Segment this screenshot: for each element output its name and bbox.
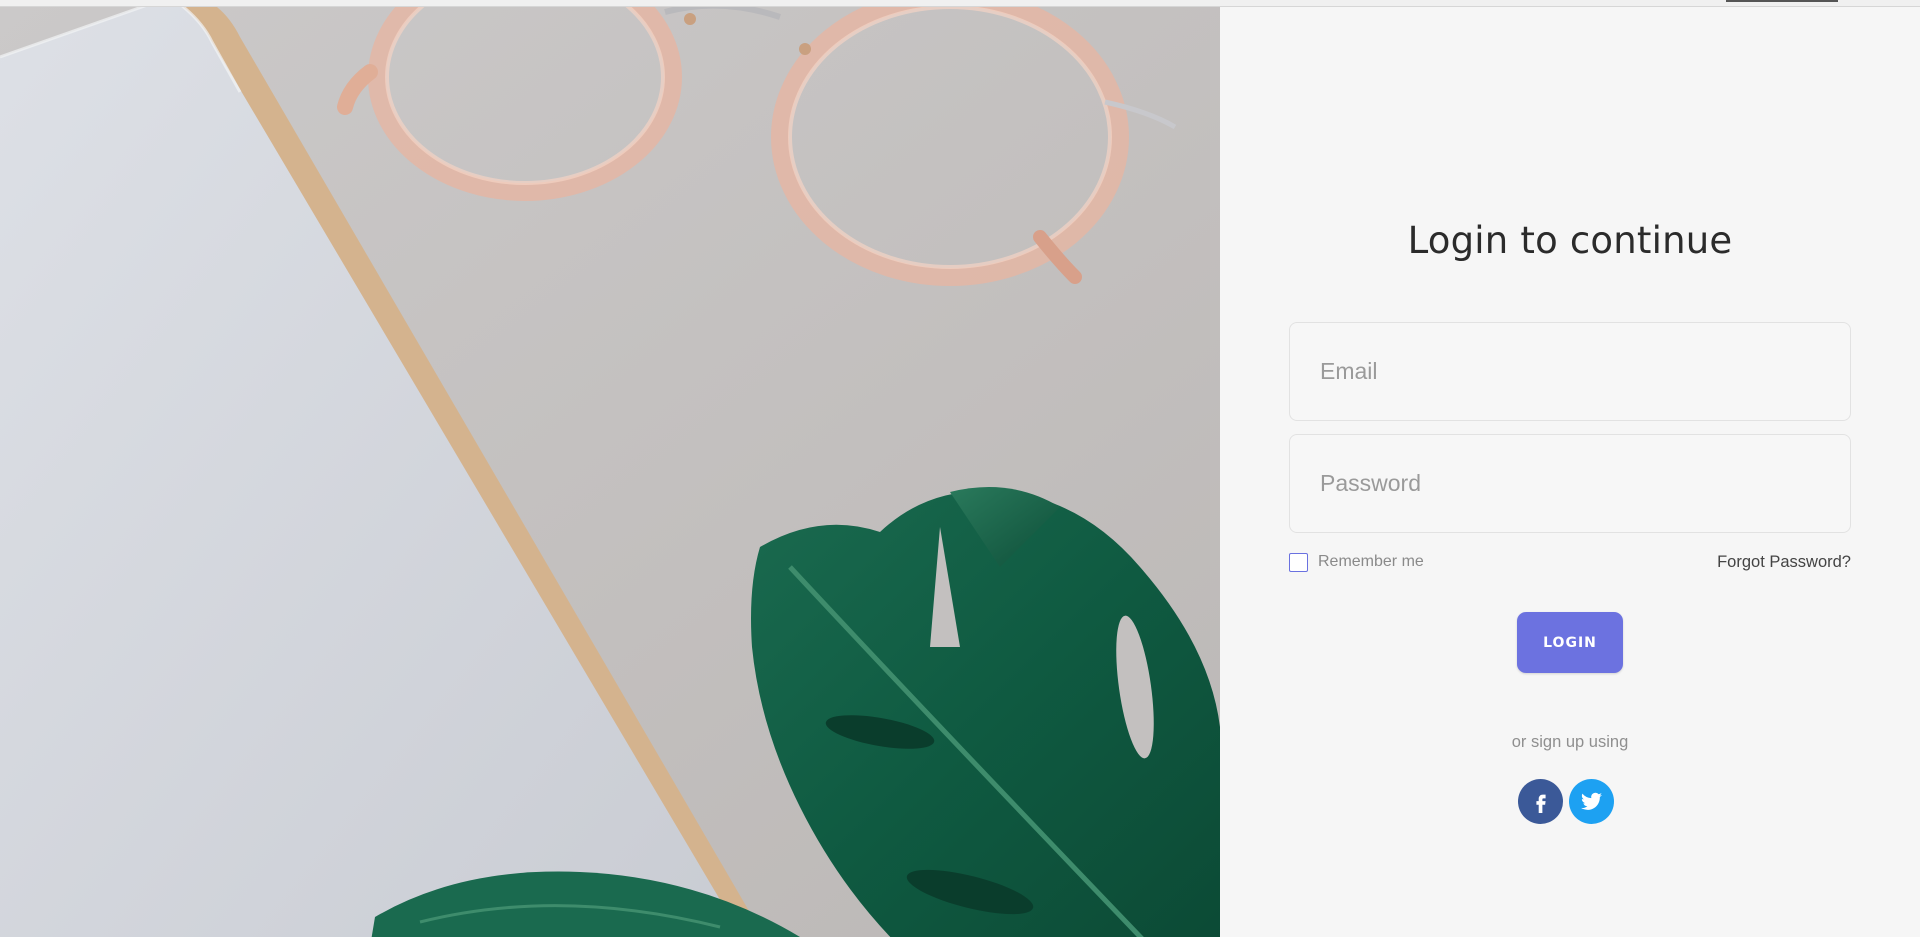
facebook-signup-button[interactable] [1518, 779, 1563, 824]
remember-me-option[interactable]: Remember me [1289, 550, 1424, 574]
hero-illustration [0, 7, 1220, 937]
twitter-icon [1580, 792, 1603, 810]
password-field[interactable] [1289, 434, 1851, 533]
facebook-icon [1535, 794, 1546, 813]
tab-indicator [1726, 0, 1838, 2]
email-field[interactable] [1289, 322, 1851, 421]
login-button[interactable]: LOGIN [1517, 612, 1623, 673]
remember-me-checkbox[interactable] [1289, 552, 1308, 572]
browser-top-edge [0, 0, 1920, 7]
page-title: Login to continue [1407, 219, 1733, 262]
login-panel: Login to continue Remember me Forgot Pas… [1220, 7, 1920, 937]
twitter-signup-button[interactable] [1569, 779, 1614, 824]
forgot-password-link[interactable]: Forgot Password? [1717, 550, 1851, 574]
remember-me-label: Remember me [1318, 553, 1424, 570]
signup-prompt: or sign up using [1511, 733, 1629, 751]
hero-image [0, 7, 1220, 937]
